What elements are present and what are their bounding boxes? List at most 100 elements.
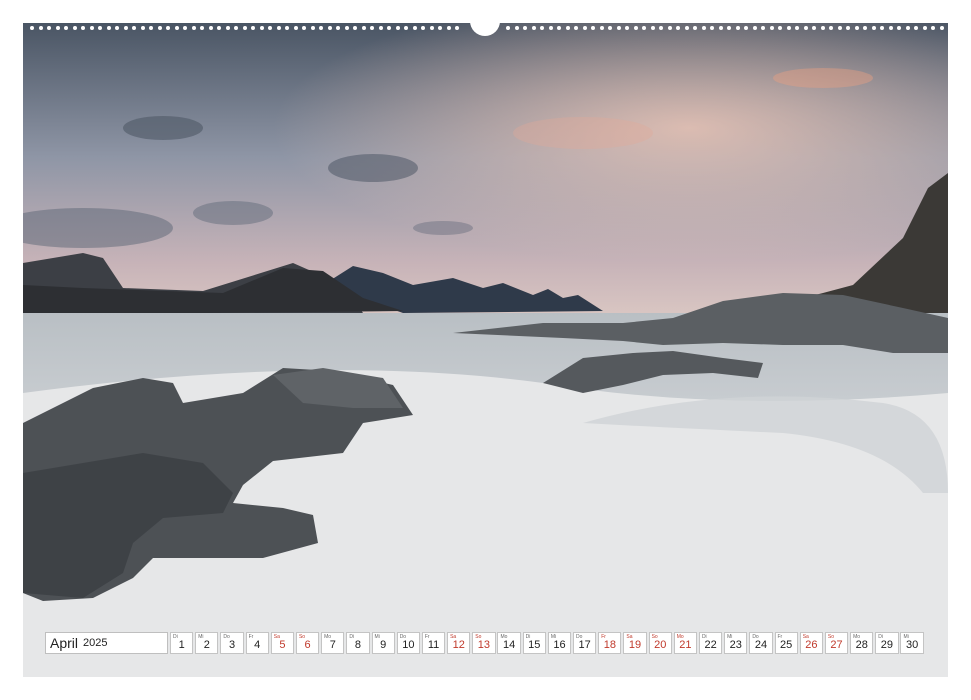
spiral-ring	[795, 26, 799, 30]
spiral-ring	[268, 26, 272, 30]
spiral-ring	[200, 26, 204, 30]
day-number: 22	[704, 639, 717, 651]
spiral-ring	[591, 26, 595, 30]
spiral-ring	[89, 26, 94, 30]
day-cell: Mo 21	[673, 632, 698, 654]
day-cell: Sa 5	[270, 632, 295, 654]
day-number: 5	[279, 639, 286, 651]
day-number: 11	[427, 639, 440, 651]
month-label-box: April 2025	[45, 632, 168, 654]
day-number: 12	[452, 639, 465, 651]
spiral-ring	[344, 26, 349, 30]
spiral-ring	[523, 26, 527, 30]
day-cell: So 6	[295, 632, 320, 654]
day-number: 15	[528, 639, 541, 651]
calendar-strip: April 2025 Di 1 Mi 2 Do 3 Fr 4 Sa 5 So 6 Mo 7 Di 8 Mi 9 Do…	[45, 632, 926, 654]
day-cell: Sa 12	[447, 632, 471, 654]
spiral-ring	[412, 26, 417, 30]
day-cell: Mi 2	[195, 632, 219, 654]
spiral-ring	[642, 26, 646, 30]
day-cell: Fr 11	[421, 632, 446, 654]
spiral-ring	[744, 26, 748, 30]
spiral-ring	[319, 26, 323, 30]
day-number: 27	[830, 639, 843, 651]
spiral-ring	[98, 26, 102, 30]
spiral-ring	[786, 26, 791, 30]
spiral-ring	[608, 26, 612, 30]
spiral-ring	[157, 26, 162, 30]
spiral-ring	[752, 26, 757, 30]
spiral-ring	[429, 26, 434, 30]
day-cell: Mi 9	[371, 632, 395, 654]
day-cell: Sa 19	[623, 632, 647, 654]
day-number: 30	[905, 639, 919, 651]
spiral-ring	[183, 26, 187, 30]
day-number: 4	[254, 639, 261, 651]
spiral-ring	[931, 26, 935, 30]
spiral-ring	[514, 26, 519, 30]
seascape-photo	[23, 23, 948, 677]
day-cell: Di 8	[346, 632, 370, 654]
day-number: 29	[880, 639, 894, 651]
spiral-ring	[72, 26, 77, 30]
day-number: 14	[502, 639, 516, 651]
day-number: 6	[304, 639, 311, 651]
spiral-ring	[701, 26, 706, 30]
spiral-ring	[302, 26, 306, 30]
spiral-ring	[115, 26, 119, 30]
spiral-ring	[633, 26, 638, 30]
day-number: 18	[603, 639, 616, 651]
spiral-ring	[336, 26, 340, 30]
spiral-ring	[659, 26, 663, 30]
spiral-ring	[387, 26, 391, 30]
spiral-ring	[880, 26, 884, 30]
spiral-ring	[803, 26, 808, 30]
day-number: 9	[380, 639, 387, 651]
day-number: 23	[729, 639, 742, 651]
spiral-ring	[599, 26, 604, 30]
day-cell: Mi 16	[547, 632, 572, 654]
spiral-ring	[225, 26, 230, 30]
spiral-ring	[506, 26, 510, 30]
spiral-ring	[166, 26, 170, 30]
day-cell: Mo 28	[850, 632, 874, 654]
spiral-ring	[285, 26, 289, 30]
spiral-ring	[259, 26, 264, 30]
day-number: 2	[203, 639, 210, 651]
spiral-ring	[251, 26, 255, 30]
spiral-ring	[557, 26, 561, 30]
spiral-ring	[81, 26, 85, 30]
spiral-ring	[820, 26, 825, 30]
spiral-ring	[684, 26, 689, 30]
spiral-ring	[353, 26, 357, 30]
spiral-ring	[361, 26, 366, 30]
spiral-ring	[625, 26, 629, 30]
spiral-ring	[914, 26, 918, 30]
spiral-ring	[132, 26, 136, 30]
day-cell: Di 15	[522, 632, 546, 654]
day-number: 20	[654, 639, 667, 651]
day-cell: Fr 4	[245, 632, 269, 654]
spiral-ring	[905, 26, 910, 30]
day-number: 10	[402, 639, 415, 651]
day-cell: Di 22	[698, 632, 723, 654]
day-cell: Do 3	[220, 632, 244, 654]
day-number: 28	[855, 639, 868, 651]
spiral-ring	[769, 26, 774, 30]
spiral-ring	[574, 26, 578, 30]
spiral-ring	[761, 26, 765, 30]
day-number: 19	[628, 639, 642, 651]
spiral-ring	[582, 26, 587, 30]
spiral-ring	[565, 26, 570, 30]
spiral-ring	[446, 26, 451, 30]
day-cell: Di 1	[170, 632, 194, 654]
day-cell: Do 17	[573, 632, 597, 654]
spiral-ring	[710, 26, 714, 30]
day-number: 26	[805, 639, 818, 651]
spiral-ring	[140, 26, 145, 30]
day-number: 16	[553, 639, 566, 651]
day-number: 8	[354, 639, 362, 651]
spiral-ring	[676, 26, 680, 30]
spiral-ring	[370, 26, 374, 30]
spiral-ring	[650, 26, 655, 30]
